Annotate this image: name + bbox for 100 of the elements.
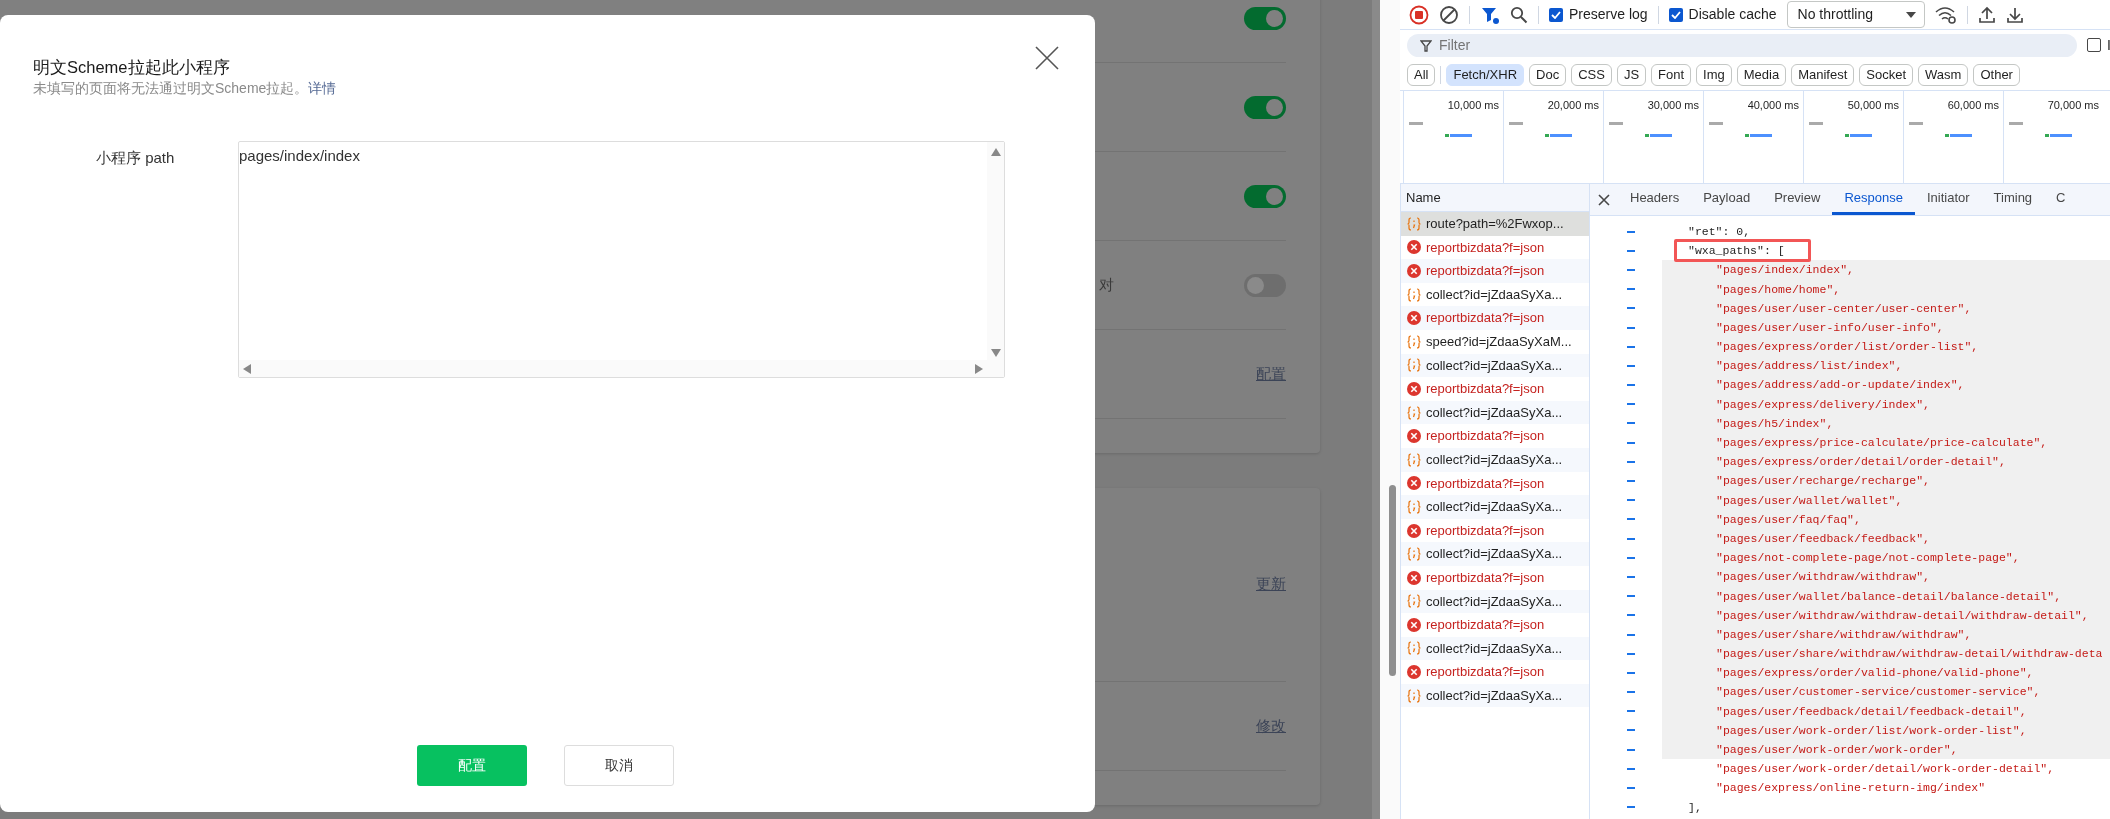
dialog-title: 明文Scheme拉起此小程序 — [33, 57, 230, 78]
field-label: 小程序 path — [95, 148, 176, 169]
column-header[interactable]: Name — [1401, 184, 1589, 212]
braces-icon — [1407, 688, 1421, 703]
request-row[interactable]: reportbizdata?f=json — [1401, 613, 1589, 637]
type-filter-chip[interactable]: CSS — [1571, 64, 1612, 86]
code-line: "ret": 0, — [1687, 223, 1752, 240]
request-row[interactable]: reportbizdata?f=json — [1401, 518, 1589, 543]
dropdown-caret-icon — [1905, 11, 1916, 18]
type-filter-chip[interactable]: All — [1407, 64, 1436, 86]
error-icon — [1407, 264, 1421, 278]
type-filter-chip[interactable]: Img — [1696, 64, 1732, 86]
request-row[interactable]: collect?id=jZdaaSyXa... — [1401, 542, 1589, 566]
scroll-right-icon[interactable] — [975, 364, 983, 375]
detail-tab[interactable]: C — [2044, 184, 2078, 215]
request-row[interactable]: collect?id=jZdaaSyXa... — [1401, 400, 1589, 425]
braces-icon — [1407, 334, 1421, 349]
scroll-left-icon[interactable] — [243, 364, 251, 375]
toggle-switch[interactable] — [1244, 95, 1286, 119]
error-icon — [1407, 523, 1421, 538]
scrollbar-thumb[interactable] — [1389, 485, 1396, 676]
time-tick-label: 20,000 ms — [1547, 98, 1599, 113]
checkbox-label: I — [2107, 35, 2110, 55]
type-filter-chip[interactable]: Media — [1736, 64, 1787, 86]
detail-tab[interactable]: Response — [1832, 184, 1915, 215]
download-icon[interactable] — [2005, 5, 2024, 24]
request-row[interactable]: collect?id=jZdaaSyXa... — [1401, 353, 1589, 378]
braces-icon — [1407, 216, 1421, 231]
error-icon — [1407, 665, 1421, 680]
request-row[interactable]: collect?id=jZdaaSyXa... — [1401, 589, 1589, 614]
scroll-down-icon[interactable] — [991, 349, 1001, 358]
type-filter-chip[interactable]: Font — [1651, 64, 1692, 86]
time-tick-label: 50,000 ms — [1847, 98, 1899, 113]
request-row[interactable]: reportbizdata?f=json — [1401, 660, 1589, 684]
error-icon — [1407, 311, 1421, 326]
request-row[interactable]: collect?id=jZdaaSyXa... — [1401, 495, 1589, 519]
detail-tab[interactable]: Initiator — [1914, 184, 1982, 215]
request-row[interactable]: reportbizdata?f=json — [1401, 565, 1589, 590]
clear-icon[interactable] — [1439, 4, 1459, 25]
checkbox[interactable] — [1549, 7, 1563, 22]
braces-icon — [1407, 287, 1421, 302]
time-tick-label: 60,000 ms — [1947, 98, 1999, 113]
funnel-icon — [1420, 39, 1432, 52]
wifi-settings-icon[interactable] — [1934, 5, 1957, 24]
upload-icon[interactable] — [1977, 5, 1996, 24]
toggle-switch[interactable] — [1244, 184, 1286, 208]
checkbox-label: Preserve log — [1569, 5, 1648, 24]
checkbox-label: Disable cache — [1688, 5, 1777, 24]
cancel-button[interactable]: 取消 — [564, 745, 674, 786]
type-filter-chip[interactable]: Socket — [1859, 64, 1914, 86]
request-row[interactable]: collect?id=jZdaaSyXa... — [1401, 636, 1589, 661]
detail-tab[interactable]: Preview — [1762, 184, 1833, 215]
record-stop-icon[interactable] — [1409, 4, 1429, 25]
details-link[interactable]: 详情 — [308, 80, 337, 97]
detail-tab[interactable]: Timing — [1981, 184, 2045, 215]
request-row[interactable]: reportbizdata?f=json — [1401, 424, 1589, 448]
error-icon — [1407, 570, 1421, 585]
throttling-select[interactable]: No throttling — [1786, 1, 1925, 28]
checkbox[interactable] — [1668, 7, 1683, 22]
request-row[interactable]: reportbizdata?f=json — [1401, 306, 1589, 330]
time-tick-label: 30,000 ms — [1647, 98, 1699, 113]
request-row[interactable]: collect?id=jZdaaSyXa... — [1401, 447, 1589, 472]
time-tick-label: 40,000 ms — [1747, 98, 1799, 113]
filter-field[interactable]: Filter — [1407, 33, 2077, 57]
request-row[interactable]: reportbizdata?f=json — [1401, 235, 1589, 260]
path-textarea[interactable]: pages/index/index — [238, 141, 1005, 379]
code-line: "pages/user/work-order/detail/work-order-detail", — [1715, 761, 2056, 778]
scroll-up-icon[interactable] — [991, 148, 1001, 157]
request-row[interactable]: reportbizdata?f=json — [1401, 471, 1589, 496]
toggle-switch[interactable] — [1244, 273, 1286, 297]
request-row[interactable]: speed?id=jZdaaSyXaM... — [1401, 329, 1589, 354]
error-icon — [1407, 429, 1421, 444]
type-filter-chip[interactable]: Other — [1973, 64, 2020, 86]
braces-icon — [1407, 547, 1421, 562]
braces-icon — [1407, 641, 1421, 656]
braces-icon — [1407, 594, 1421, 609]
type-filter-chip[interactable]: Fetch/XHR — [1446, 64, 1525, 86]
type-filter-chip[interactable]: Manifest — [1791, 64, 1855, 86]
request-row[interactable]: collect?id=jZdaaSyXa... — [1401, 683, 1589, 708]
close-icon[interactable] — [1034, 45, 1060, 71]
request-row[interactable]: reportbizdata?f=json — [1401, 259, 1589, 283]
setting-label: 对 — [1099, 274, 1114, 295]
detail-tab[interactable]: Headers — [1618, 184, 1692, 215]
dialog-subtitle: 未填写的页面将无法通过明文Scheme拉起。 — [33, 80, 309, 97]
type-filter-chip[interactable]: Wasm — [1918, 64, 1969, 86]
request-row[interactable]: route?path=%2Fwxop... — [1401, 212, 1589, 236]
search-icon[interactable] — [1510, 5, 1528, 24]
type-filter-chip[interactable]: Doc — [1529, 64, 1567, 86]
request-row[interactable]: collect?id=jZdaaSyXa... — [1401, 282, 1589, 307]
braces-icon — [1407, 405, 1421, 420]
braces-icon — [1407, 499, 1421, 514]
detail-tab[interactable]: Payload — [1691, 184, 1763, 215]
time-tick-label: 10,000 ms — [1447, 98, 1499, 113]
toggle-switch[interactable] — [1244, 6, 1286, 30]
error-icon — [1407, 617, 1421, 632]
request-row[interactable]: reportbizdata?f=json — [1401, 377, 1589, 401]
braces-icon — [1407, 452, 1421, 467]
checkbox[interactable] — [2087, 38, 2101, 52]
type-filter-chip[interactable]: JS — [1616, 64, 1647, 86]
close-icon[interactable] — [1598, 193, 1610, 206]
